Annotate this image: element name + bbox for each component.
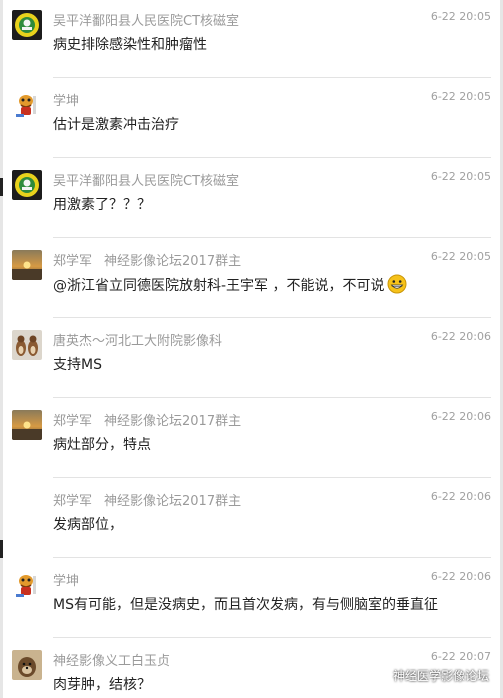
sender-nickname: 郑学军 [53,494,93,509]
sender-nickname: 吴平洋鄱阳县人民医院CT核磁室 [53,174,240,189]
chat-message: 学坤 6-22 20:06 MS有可能，但是没病史，而且首次发病，有与侧脑室的垂直征 [0,560,503,638]
message-divider [53,237,491,238]
sender-role: 神经影像论坛2017群主 [104,494,242,509]
sender-name[interactable]: 郑学军 神经影像论坛2017群主 [53,410,241,429]
message-body: 支持MS [53,357,102,373]
sender-role: 神经影像论坛2017群主 [104,254,242,269]
message-text: 病灶部分，特点 [53,434,151,454]
sender-name[interactable]: 唐英杰～河北工大附院影像科 [53,330,222,349]
sender-name[interactable]: 学坤 [53,570,79,589]
sender-name[interactable]: 学坤 [53,90,79,109]
chat-message: 学坤 6-22 20:05 估计是激素冲击治疗 [0,80,503,158]
message-timestamp: 6-22 20:05 [430,170,491,183]
message-text: 病史排除感染性和肿瘤性 [53,34,207,54]
message-divider [53,637,491,638]
message-body: 病史排除感染性和肿瘤性 [53,37,207,53]
message-timestamp: 6-22 20:06 [430,410,491,423]
message-timestamp: 6-22 20:07 [430,650,491,663]
squirrels-photo-avatar[interactable] [12,330,42,360]
message-timestamp: 6-22 20:06 [430,490,491,503]
sender-role: 神经影像论坛2017群主 [104,414,242,429]
sender-name[interactable]: 郑学军 神经影像论坛2017群主 [53,490,241,509]
sender-nickname: 郑学军 [53,254,93,269]
message-divider [53,477,491,478]
message-timestamp: 6-22 20:06 [430,330,491,343]
message-divider [53,397,491,398]
message-divider [53,157,491,158]
message-text: MS有可能，但是没病史，而且首次发病，有与侧脑室的垂直征 [53,594,438,614]
message-divider [53,557,491,558]
message-timestamp: 6-22 20:05 [430,250,491,263]
message-text: 肉芽肿，结核？ [53,674,151,694]
sender-nickname: 学坤 [53,94,80,109]
cartoon-character-avatar[interactable] [12,90,42,120]
chat-message: 吴平洋鄱阳县人民医院CT核磁室 6-22 20:05 病史排除感染性和肿瘤性 [0,0,503,78]
hospital-logo-avatar[interactable] [12,170,42,200]
message-text: 估计是激素冲击治疗 [53,114,179,134]
wechat-channel-icon [368,672,383,681]
hospital-logo-avatar[interactable] [12,10,42,40]
message-text: 用激素了？？？ [53,194,151,214]
sender-name[interactable]: 吴平洋鄱阳县人民医院CT核磁室 [53,10,239,29]
message-text: 发病部位， [53,514,123,534]
sender-nickname: 郑学军 [53,414,93,429]
grinning-emoji-icon [385,274,407,294]
message-text: 支持MS [53,354,102,374]
sender-name[interactable]: 吴平洋鄱阳县人民医院CT核磁室 [53,170,239,189]
message-timestamp: 6-22 20:06 [430,570,491,583]
sender-nickname: 学坤 [53,574,80,589]
watermark: 神经医学影像论坛 [367,667,489,684]
message-body: @浙江省立同德医院放射科-王宇军 ，不能说，不可说 [53,278,385,294]
chat-message: 唐英杰～河北工大附院影像科 6-22 20:06 支持MS [0,320,503,398]
message-body: 估计是激素冲击治疗 [53,117,179,133]
message-body: 用激素了？？？ [53,197,151,213]
message-body: MS有可能，但是没病史，而且首次发病，有与侧脑室的垂直征 [53,597,438,613]
message-timestamp: 6-22 20:05 [430,90,491,103]
sunset-photo-avatar[interactable] [12,410,42,440]
message-body: 病灶部分，特点 [53,437,151,453]
cartoon-character-avatar[interactable] [12,570,42,600]
message-divider [53,77,491,78]
sender-name[interactable]: 神经影像义工白玉贞 [53,650,170,669]
chat-message: 郑学军 神经影像论坛2017群主 6-22 20:05 @浙江省立同德医院放射科-王宇… [0,240,503,318]
message-divider [53,317,491,318]
message-body: 发病部位， [53,517,123,533]
chat-message: 郑学军 神经影像论坛2017群主 6-22 20:06 病灶部分，特点 [0,400,503,478]
dog-photo-avatar[interactable] [12,650,42,680]
message-body: 肉芽肿，结核？ [53,677,151,693]
sunset-photo-avatar[interactable] [12,250,42,280]
chat-message: 郑学军 神经影像论坛2017群主 6-22 20:06 发病部位， [0,480,503,558]
message-text: @浙江省立同德医院放射科-王宇军 ，不能说，不可说 [53,274,407,295]
sender-name[interactable]: 郑学军 神经影像论坛2017群主 [53,250,241,269]
sender-nickname: 吴平洋鄱阳县人民医院CT核磁室 [53,14,240,29]
chat-message: 吴平洋鄱阳县人民医院CT核磁室 6-22 20:05 用激素了？？？ [0,160,503,238]
sender-nickname: 唐英杰～河北工大附院影像科 [53,334,223,349]
sender-nickname: 神经影像义工白玉贞 [53,654,171,669]
message-timestamp: 6-22 20:05 [430,10,491,23]
watermark-text: 神经医学影像论坛 [392,669,489,683]
